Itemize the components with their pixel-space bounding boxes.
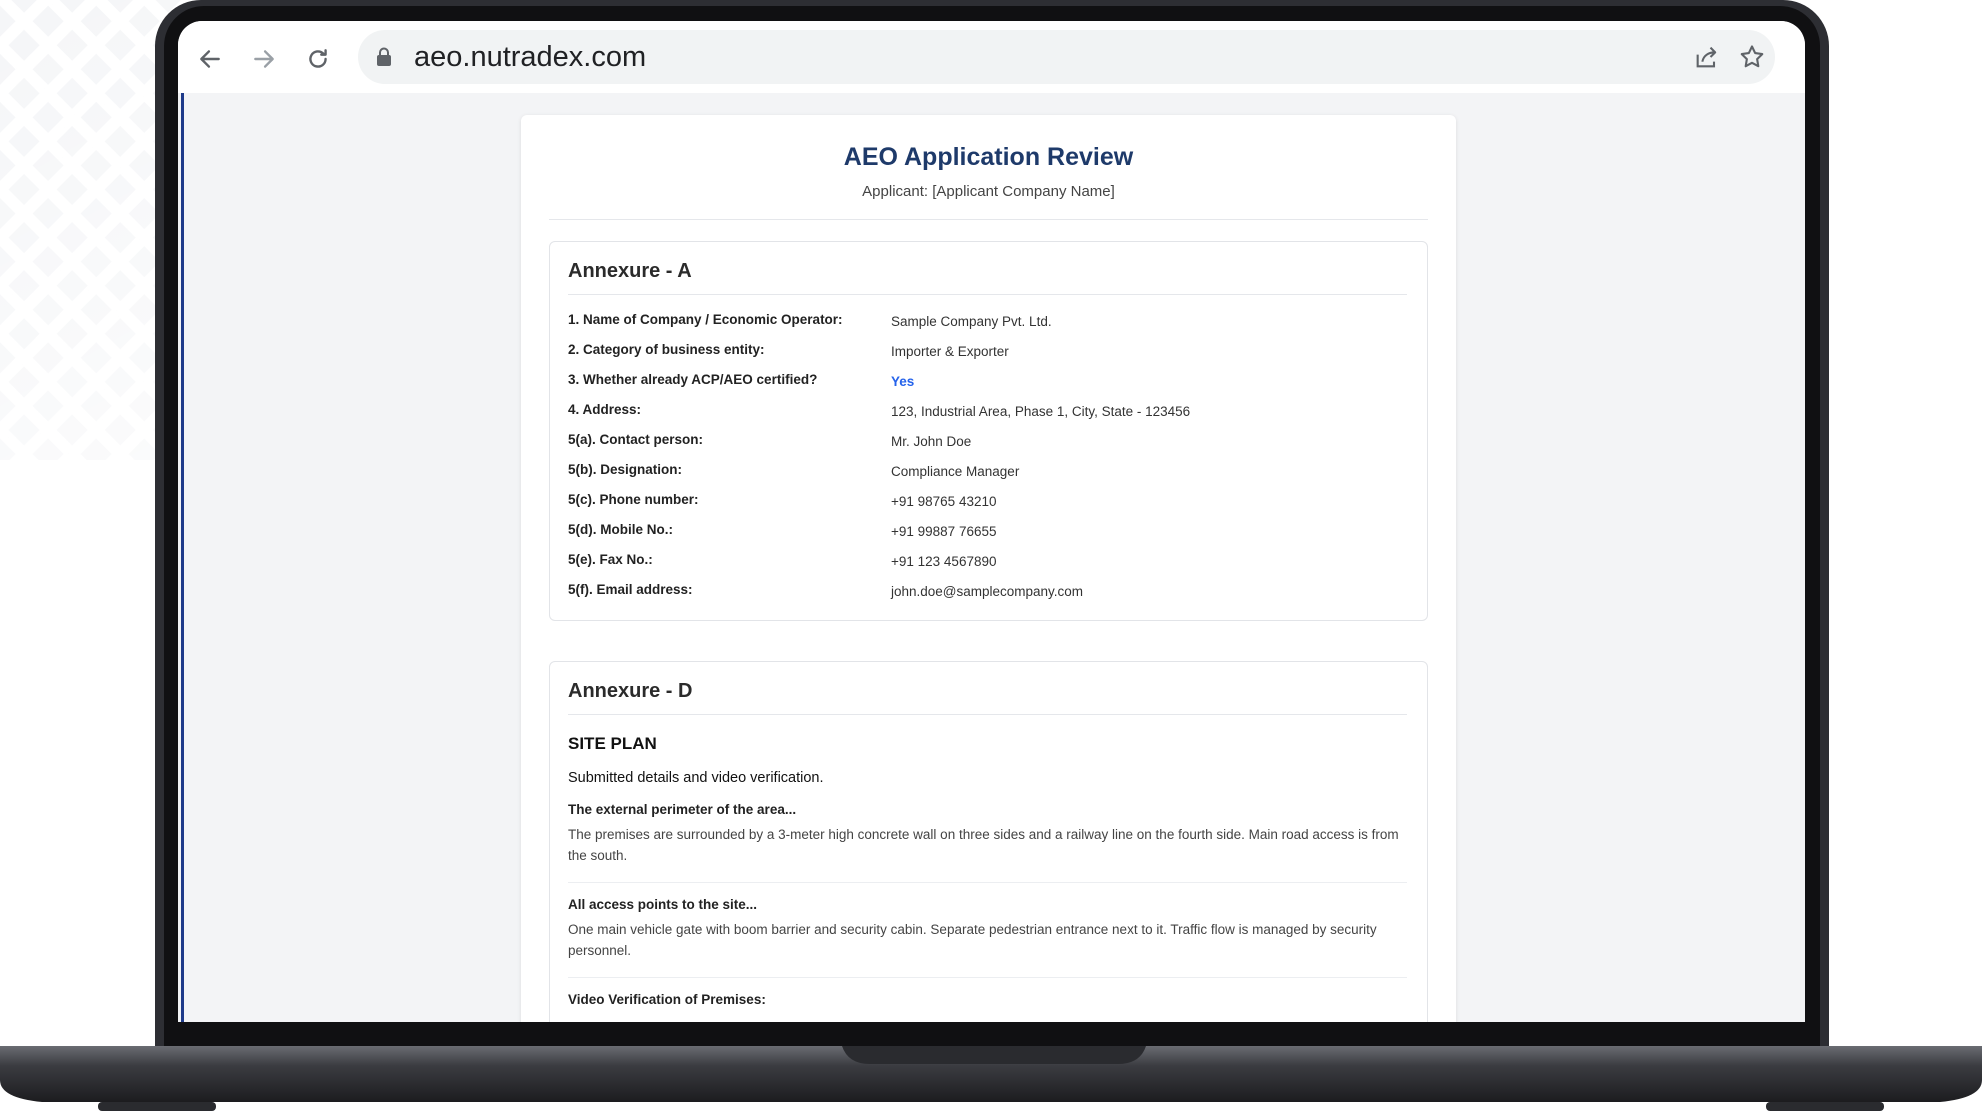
field-value: +91 98765 43210 bbox=[891, 494, 997, 509]
field-label: 5(b). Designation: bbox=[568, 462, 682, 477]
sidebar-edge bbox=[181, 93, 184, 1022]
share-icon[interactable] bbox=[1693, 43, 1721, 71]
field-label: 5(f). Email address: bbox=[568, 582, 693, 597]
field-value: Compliance Manager bbox=[891, 464, 1020, 479]
section-divider bbox=[568, 294, 1407, 295]
page-title: AEO Application Review bbox=[843, 143, 1134, 171]
field-label: 1. Name of Company / Economic Operator: bbox=[568, 312, 843, 327]
answer-text: The premises are surrounded by a 3-meter… bbox=[568, 827, 1399, 863]
applicant-subtitle: Applicant: [Applicant Company Name] bbox=[862, 183, 1115, 200]
site-plan-intro: Submitted details and video verification… bbox=[568, 770, 824, 786]
back-arrow-icon bbox=[200, 50, 220, 68]
field-label: 5(c). Phone number: bbox=[568, 492, 699, 507]
field-value: +91 99887 76655 bbox=[891, 524, 997, 539]
annexure-d-title: Annexure - D bbox=[568, 680, 693, 702]
field-label: 3. Whether already ACP/AEO certified? bbox=[568, 372, 818, 387]
question-label: The external perimeter of the area... bbox=[568, 802, 797, 817]
annexure-d-section: Annexure - D SITE PLAN Submitted details… bbox=[549, 661, 1428, 1022]
field-label: 5(a). Contact person: bbox=[568, 432, 704, 447]
certified-status: Yes bbox=[891, 374, 915, 389]
star-icon[interactable] bbox=[1738, 43, 1766, 71]
field-label: 4. Address: bbox=[568, 402, 642, 417]
field-value: +91 123 4567890 bbox=[891, 554, 997, 569]
field-value: Sample Company Pvt. Ltd. bbox=[891, 314, 1052, 329]
site-plan-heading: SITE PLAN bbox=[568, 734, 657, 753]
header-divider bbox=[549, 219, 1428, 220]
forward-arrow-icon bbox=[254, 50, 274, 68]
answer-text: One main vehicle gate with boom barrier … bbox=[568, 922, 1377, 958]
question-divider bbox=[568, 977, 1407, 978]
question-label: All access points to the site... bbox=[568, 897, 758, 912]
field-value: Importer & Exporter bbox=[891, 344, 1009, 359]
review-card: AEO Application Review Applicant: [Appli… bbox=[521, 115, 1456, 1022]
browser-toolbar: aeo.nutradex.com bbox=[178, 21, 1805, 93]
url-text: aeo.nutradex.com bbox=[414, 41, 647, 73]
laptop-screen: aeo.nutradex.com AEO Application Review … bbox=[178, 21, 1805, 1022]
field-value: Mr. John Doe bbox=[891, 434, 972, 449]
forward-button[interactable] bbox=[244, 39, 284, 79]
reload-icon bbox=[309, 49, 327, 68]
address-bar[interactable]: aeo.nutradex.com bbox=[358, 30, 1775, 84]
back-button[interactable] bbox=[190, 39, 230, 79]
annexure-a-section: Annexure - A 1. Name of Company / Econom… bbox=[549, 241, 1428, 621]
field-value: 123, Industrial Area, Phase 1, City, Sta… bbox=[891, 404, 1191, 419]
field-label: 5(e). Fax No.: bbox=[568, 552, 653, 567]
lock-icon bbox=[377, 47, 391, 66]
field-value[interactable]: john.doe@samplecompany.com bbox=[891, 584, 1083, 599]
question-divider bbox=[568, 882, 1407, 883]
video-verification-label: Video Verification of Premises: bbox=[568, 992, 766, 1007]
section-divider bbox=[568, 714, 1407, 715]
web-page: AEO Application Review Applicant: [Appli… bbox=[181, 93, 1800, 1022]
field-label: 5(d). Mobile No.: bbox=[568, 522, 673, 537]
laptop-base bbox=[0, 1046, 1982, 1111]
annexure-a-title: Annexure - A bbox=[568, 260, 692, 282]
reload-button[interactable] bbox=[298, 39, 338, 79]
field-label: 2. Category of business entity: bbox=[568, 342, 765, 357]
